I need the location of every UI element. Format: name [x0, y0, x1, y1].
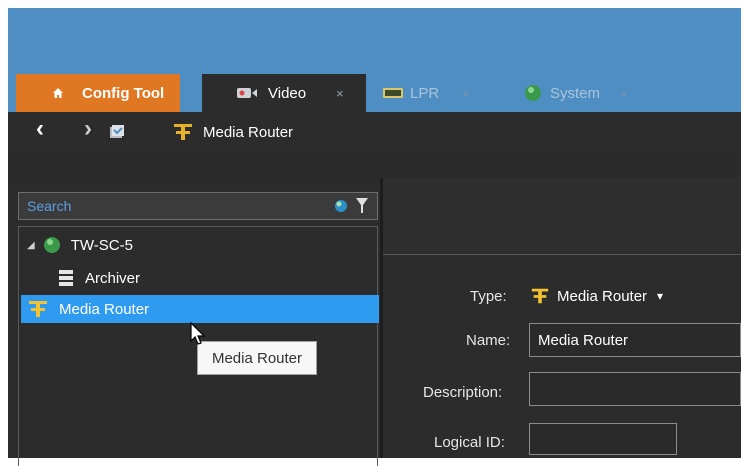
tab-system-label: System [550, 84, 601, 102]
type-dropdown[interactable]: Media Router ▾ [530, 284, 663, 308]
archiver-icon [59, 270, 73, 286]
breadcrumb[interactable]: Media Router [172, 122, 293, 142]
chevron-down-icon: ▾ [657, 289, 664, 303]
tooltip: Media Router [197, 341, 317, 375]
tab-system[interactable]: System × [508, 74, 658, 112]
tab-lpr-close-icon[interactable]: × [462, 86, 470, 101]
tree-item-label: TW-SC-5 [70, 236, 133, 254]
home-icon [53, 88, 63, 98]
search-input[interactable]: Search [18, 192, 378, 220]
forward-button[interactable]: › [84, 117, 92, 141]
type-label: Type: [470, 288, 507, 305]
tree-item-label: Archiver [85, 269, 141, 287]
system-globe-icon [525, 85, 541, 101]
logical-id-label: Logical ID: [434, 434, 505, 451]
name-label: Name: [466, 332, 511, 349]
media-router-icon [531, 288, 549, 304]
properties-header-divider [383, 254, 741, 255]
navigation-toolbar: ‹ › Media Router [8, 112, 741, 152]
title-bar [8, 8, 741, 68]
tab-lpr[interactable]: LPR × [370, 74, 490, 112]
expand-icon[interactable]: ◢ [27, 240, 35, 251]
name-field[interactable]: Media Router [529, 323, 741, 357]
tree-item-media-router[interactable]: Media Router [21, 295, 379, 323]
tasks-icon[interactable] [108, 123, 126, 141]
properties-header [383, 178, 741, 253]
mouse-cursor-icon [190, 322, 206, 345]
description-label: Description: [423, 384, 503, 401]
tab-strip: Config Tool Video × LPR × System × [8, 68, 741, 112]
media-router-icon [174, 124, 192, 140]
filter-icon[interactable] [355, 197, 369, 215]
breadcrumb-label: Media Router [203, 123, 294, 141]
tree-item-label: Media Router [59, 300, 150, 318]
tree-item-root[interactable]: ◢ TW-SC-5 [27, 231, 133, 259]
description-field[interactable] [529, 372, 741, 406]
camera-icon [237, 88, 257, 98]
tab-video-label: Video [268, 84, 307, 102]
server-globe-icon [43, 237, 60, 253]
license-plate-icon [383, 88, 403, 98]
tab-config-tool-label: Config Tool [82, 84, 165, 102]
search-placeholder: Search [27, 198, 72, 214]
globe-search-icon[interactable] [333, 198, 349, 214]
tab-config-tool[interactable]: Config Tool [16, 74, 180, 112]
logical-id-field[interactable] [529, 423, 677, 455]
media-router-icon [29, 301, 47, 317]
tab-system-close-icon[interactable]: × [620, 86, 628, 101]
tab-lpr-label: LPR [410, 84, 440, 102]
back-button[interactable]: ‹ [36, 117, 44, 141]
type-value: Media Router [557, 287, 648, 305]
tab-video[interactable]: Video × [202, 74, 366, 112]
tree-item-archiver[interactable]: Archiver [57, 264, 140, 292]
tab-video-close-icon[interactable]: × [336, 86, 344, 101]
